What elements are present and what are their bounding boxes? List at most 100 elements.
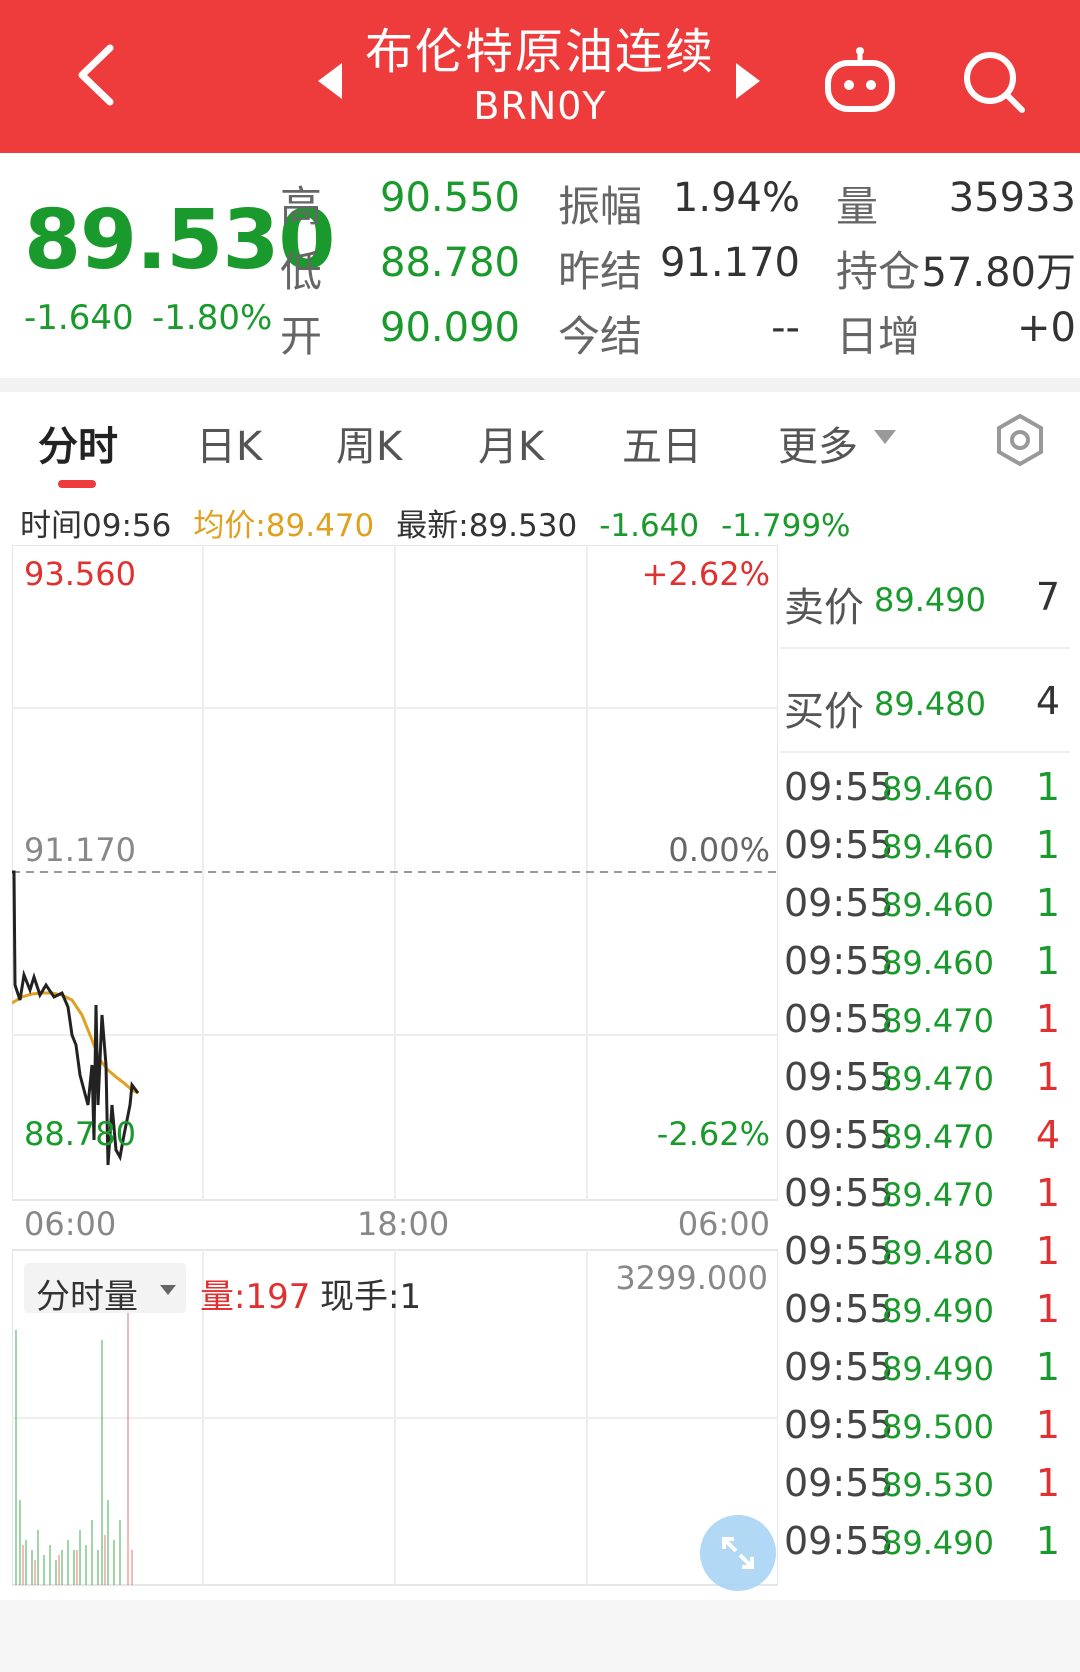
trade-volume: 1 [1035, 1403, 1060, 1447]
trade-price: 89.480 [882, 1234, 994, 1272]
volume-value: 35933 [948, 175, 1076, 221]
amplitude-value: 1.94% [672, 175, 800, 221]
trade-time: 09:55 [784, 1345, 894, 1389]
volume-axis-max: 3299.000 [615, 1259, 768, 1297]
x-tick-end: 06:00 [677, 1205, 770, 1243]
daily-increase-label: 日增 [836, 312, 921, 361]
trade-list[interactable]: 09:55 89.460 1 09:55 89.460 1 09:55 89.460 1 09:5… [780, 757, 1070, 1590]
volume-selector-label: 分时量 [36, 1277, 138, 1317]
axis-top-price: 93.560 [24, 555, 136, 593]
trade-price: 89.490 [882, 1350, 994, 1388]
ask-price: 89.490 [874, 581, 986, 619]
today-settle-value: -- [771, 305, 800, 351]
trade-price: 89.470 [882, 1002, 994, 1040]
instrument-title: 布伦特原油连续 [364, 24, 715, 80]
back-arrow-icon[interactable] [68, 40, 128, 110]
bid-price: 89.480 [874, 685, 986, 723]
hand-now: 现手:1 [320, 1277, 422, 1317]
trade-time: 09:55 [784, 1055, 894, 1099]
axis-bottom-price: 88.780 [24, 1115, 136, 1153]
trade-row: 09:55 89.460 1 [780, 931, 1070, 989]
trade-row: 09:55 89.490 1 [780, 1511, 1070, 1569]
amplitude-label: 振幅 [558, 182, 643, 231]
volume-now: 量:197 [200, 1277, 311, 1317]
prev-settle-label: 昨结 [558, 247, 643, 296]
trade-time: 09:55 [784, 1171, 894, 1215]
trade-row: 09:55 89.470 1 [780, 989, 1070, 1047]
robot-assistant-icon[interactable] [822, 45, 898, 115]
tab-daily-k[interactable]: 日K [196, 414, 262, 472]
open-interest-value: 57.80万 [921, 250, 1076, 296]
cursor-time: 时间09:56 [20, 508, 172, 544]
ask-label: 卖价 [784, 585, 864, 631]
next-contract-arrow-icon[interactable] [736, 63, 760, 99]
trade-row: 09:55 89.530 1 [780, 1453, 1070, 1511]
trade-time: 09:55 [784, 1287, 894, 1331]
trade-time: 09:55 [784, 1113, 894, 1157]
trade-row: 09:55 89.500 1 [780, 1395, 1070, 1453]
bid-volume: 4 [1035, 679, 1060, 723]
search-icon[interactable] [960, 48, 1028, 116]
trade-row: 09:55 89.480 1 [780, 1221, 1070, 1279]
title-block: 布伦特原油连续 BRN0Y [300, 20, 780, 140]
x-tick-mid: 18:00 [357, 1205, 450, 1243]
trade-volume: 1 [1035, 1171, 1060, 1215]
tab-five-day[interactable]: 五日 [622, 414, 702, 472]
intraday-chart[interactable]: 93.560 +2.62% 91.170 0.00% 88.780 -2.62%… [12, 545, 778, 1590]
axis-mid-price: 91.170 [24, 831, 136, 869]
volume-label: 量 [836, 182, 879, 231]
more-dropdown-icon[interactable] [874, 430, 896, 444]
trade-price: 89.460 [882, 770, 994, 808]
trade-price: 89.490 [882, 1524, 994, 1562]
trade-row: 09:55 89.470 1 [780, 1163, 1070, 1221]
quote-panel: 89.530 -1.640 -1.80% 高 低 开 90.550 88.780… [0, 153, 1080, 378]
expand-icon [722, 1537, 754, 1569]
trade-time: 09:55 [784, 1461, 894, 1505]
settings-icon[interactable] [992, 412, 1048, 468]
bid-row: 买价 89.480 4 [780, 649, 1070, 753]
trade-price: 89.470 [882, 1118, 994, 1156]
info-change-pct: -1.799% [721, 508, 851, 544]
open-interest-label: 持仓 [836, 247, 921, 296]
tab-intraday[interactable]: 分时 [38, 414, 118, 472]
tab-more[interactable]: 更多 [778, 414, 858, 472]
trade-row: 09:55 89.490 1 [780, 1337, 1070, 1395]
trade-time: 09:55 [784, 1229, 894, 1273]
trade-price: 89.490 [882, 1292, 994, 1330]
open-label: 开 [280, 312, 323, 361]
trade-time: 09:55 [784, 881, 894, 925]
daily-increase-value: +0 [1017, 305, 1076, 351]
trade-row: 09:55 89.470 4 [780, 1105, 1070, 1163]
trade-price: 89.460 [882, 944, 994, 982]
active-tab-indicator [58, 480, 96, 488]
instrument-code: BRN0Y [473, 84, 607, 128]
price-change: -1.640 [24, 298, 134, 338]
expand-chart-button[interactable] [700, 1515, 776, 1591]
tab-monthly-k[interactable]: 月K [478, 414, 544, 472]
avg-price: 均价:89.470 [193, 508, 375, 544]
trade-time: 09:55 [784, 997, 894, 1041]
trade-volume: 1 [1035, 823, 1060, 867]
trade-volume: 1 [1035, 765, 1060, 809]
trade-volume: 1 [1035, 1287, 1060, 1331]
trade-volume: 1 [1035, 1345, 1060, 1389]
trade-price: 89.460 [882, 828, 994, 866]
bottom-strip [0, 1600, 1080, 1672]
volume-selector-dropdown-icon [160, 1285, 176, 1295]
ask-row: 卖价 89.490 7 [780, 545, 1070, 649]
trade-price: 89.460 [882, 886, 994, 924]
volume-selector[interactable]: 分时量 [24, 1263, 186, 1317]
axis-mid-pct: 0.00% [668, 831, 770, 869]
chart-tabs: 分时 日K 周K 月K 五日 更多 [0, 392, 1080, 492]
order-book: 卖价 89.490 7 买价 89.480 4 09:55 89.460 1 09:5… [780, 545, 1070, 1590]
trade-time: 09:55 [784, 765, 894, 809]
today-settle-label: 今结 [558, 312, 643, 361]
low-value: 88.780 [380, 240, 520, 286]
tab-weekly-k[interactable]: 周K [336, 414, 402, 472]
section-divider [0, 378, 1080, 392]
trade-row: 09:55 89.490 1 [780, 1279, 1070, 1337]
trade-volume: 1 [1035, 1055, 1060, 1099]
header-bar: 布伦特原油连续 BRN0Y [0, 0, 1080, 153]
trade-time: 09:55 [784, 1519, 894, 1563]
bid-label: 买价 [784, 689, 864, 735]
